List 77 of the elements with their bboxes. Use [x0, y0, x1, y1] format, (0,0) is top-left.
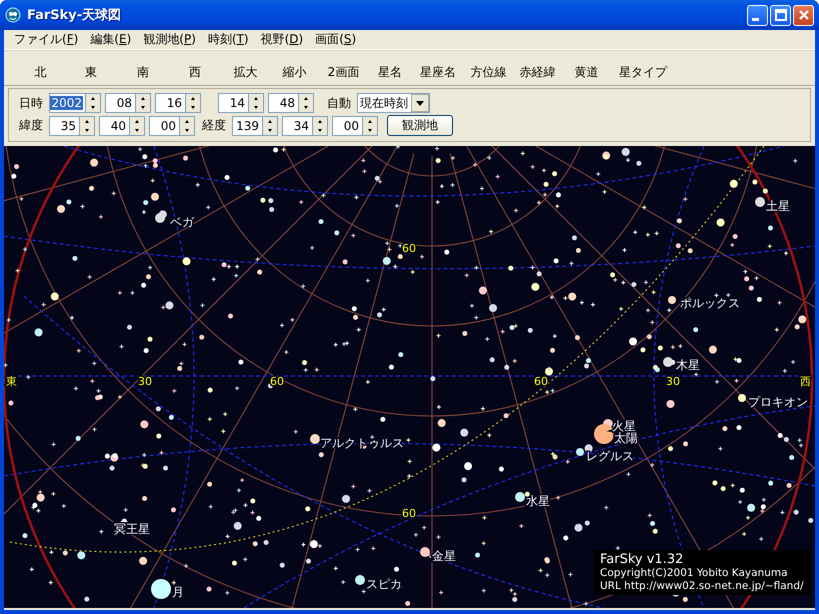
menu-item[interactable]: 編集(E) [84, 31, 138, 48]
field-label: 日時 [19, 94, 43, 112]
number-field[interactable]: 16 [155, 93, 185, 113]
spinner-icon[interactable] [85, 93, 101, 113]
close-button[interactable] [793, 4, 814, 26]
altitude-label: 60 [402, 242, 416, 255]
toolbar-button[interactable]: 拡大 [221, 64, 270, 81]
number-field[interactable]: 08 [105, 93, 135, 113]
minimize-icon [752, 18, 759, 20]
star-label: プロキオン [748, 395, 808, 409]
spinner-icon[interactable] [185, 93, 201, 113]
app-version: FarSky v1.32 [600, 552, 684, 567]
toolbar-button[interactable]: 北 [16, 64, 65, 81]
star-label: 火星 [612, 419, 636, 433]
copyright-text: Copyright(C)2001 Yobito Kayanuma [600, 567, 789, 580]
spinner-icon[interactable] [298, 93, 314, 113]
altitude-label: 60 [534, 375, 548, 388]
spinner-icon[interactable] [179, 116, 195, 136]
toolbar-button[interactable]: 黄道 [562, 64, 611, 81]
number-field[interactable]: 139 [232, 116, 262, 136]
toolbar-button[interactable]: 縮小 [270, 64, 319, 81]
spinner-icon[interactable] [248, 93, 264, 113]
spinner-icon[interactable] [129, 116, 145, 136]
menu-item[interactable]: 観測地(P) [137, 31, 202, 48]
toolbar-button[interactable]: 西 [169, 64, 221, 81]
menu-item[interactable]: ファイル(F) [8, 31, 84, 48]
star-label: スピカ [366, 577, 402, 591]
window-title: FarSky-天球図 [27, 7, 122, 24]
direction-label: 東 [6, 375, 17, 388]
altitude-label: 30 [138, 375, 152, 388]
field-label: 緯度 [19, 117, 43, 134]
number-field[interactable]: 2002 [49, 93, 85, 113]
altitude-label: 60 [270, 375, 284, 388]
number-field[interactable]: 00 [149, 116, 179, 136]
altitude-label: 60 [402, 507, 416, 520]
star-label: ベガ [170, 215, 194, 229]
spinner-icon[interactable] [262, 116, 278, 136]
minimize-button[interactable] [747, 4, 768, 26]
number-field[interactable]: 48 [268, 93, 298, 113]
url-text: URL http://www02.so-net.ne.jp/~fland/ [600, 580, 804, 593]
spinner-icon[interactable] [79, 116, 95, 136]
star-label: 水星 [526, 494, 550, 508]
menu-item[interactable]: 画面(S) [309, 31, 362, 48]
spinner-icon[interactable] [312, 116, 328, 136]
location-button[interactable]: 観測地 [387, 115, 453, 136]
number-field[interactable]: 35 [49, 116, 79, 136]
number-field[interactable]: 14 [218, 93, 248, 113]
star-label: 太陽 [614, 431, 638, 445]
menu-item[interactable]: 時刻(T) [202, 31, 255, 48]
maximize-icon [774, 9, 786, 21]
toolbar-button[interactable]: 南 [117, 64, 169, 81]
toolbar-button[interactable]: 星座名 [412, 64, 464, 81]
star-label: 月 [172, 585, 184, 599]
spinner-icon[interactable] [362, 116, 378, 136]
mode-dropdown[interactable]: 現在時刻 [357, 93, 430, 113]
toolbar-button[interactable]: 方位線 [464, 64, 513, 81]
star-label: 木星 [676, 358, 700, 372]
maximize-button[interactable] [770, 4, 791, 26]
number-field[interactable]: 00 [332, 116, 362, 136]
field-label: 経度 [202, 117, 226, 134]
caret-icon [411, 94, 429, 112]
menu-item[interactable]: 視野(D) [254, 31, 310, 48]
toolbar-button[interactable]: 赤経緯 [513, 64, 562, 81]
toolbar-button[interactable]: 2画面 [319, 64, 368, 81]
field-label: 自動 [327, 94, 351, 112]
direction-label: 西 [800, 375, 811, 388]
app-icon [5, 7, 21, 23]
number-field[interactable]: 40 [99, 116, 129, 136]
star-label: 金星 [432, 549, 456, 563]
toolbar-button[interactable]: 星タイプ [611, 64, 675, 81]
altitude-label: 30 [666, 375, 680, 388]
toolbar-button[interactable]: 星名 [368, 64, 412, 81]
close-icon [798, 9, 810, 21]
star-label: ポルックス [680, 296, 740, 310]
number-field[interactable]: 34 [282, 116, 312, 136]
spinner-icon[interactable] [135, 93, 151, 113]
toolbar-button[interactable]: 東 [65, 64, 117, 81]
